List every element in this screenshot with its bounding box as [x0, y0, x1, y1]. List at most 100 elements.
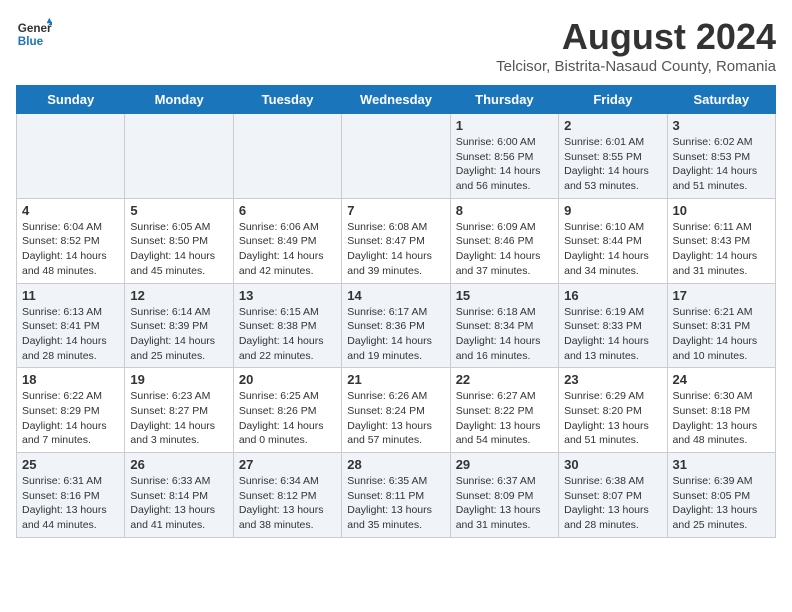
calendar-cell: 1 Sunrise: 6:00 AM Sunset: 8:56 PM Daylig… — [450, 114, 558, 199]
day-header-tuesday: Tuesday — [233, 86, 341, 114]
cell-info: Sunrise: 6:38 AM Sunset: 8:07 PM Dayligh… — [564, 474, 661, 533]
day-header-monday: Monday — [125, 86, 233, 114]
day-header-thursday: Thursday — [450, 86, 558, 114]
date-number: 28 — [347, 457, 444, 472]
cell-info: Sunrise: 6:29 AM Sunset: 8:20 PM Dayligh… — [564, 389, 661, 448]
date-number: 5 — [130, 203, 227, 218]
calendar-cell: 5 Sunrise: 6:05 AM Sunset: 8:50 PM Daylig… — [125, 198, 233, 283]
cell-info: Sunrise: 6:18 AM Sunset: 8:34 PM Dayligh… — [456, 305, 553, 364]
calendar-cell: 14 Sunrise: 6:17 AM Sunset: 8:36 PM Dayli… — [342, 283, 450, 368]
calendar-cell — [342, 114, 450, 199]
calendar-cell: 16 Sunrise: 6:19 AM Sunset: 8:33 PM Dayli… — [559, 283, 667, 368]
day-header-wednesday: Wednesday — [342, 86, 450, 114]
calendar-cell: 31Sunrise: 6:39 AM Sunset: 8:05 PM Dayli… — [667, 453, 775, 538]
date-number: 10 — [673, 203, 770, 218]
cell-info: Sunrise: 6:25 AM Sunset: 8:26 PM Dayligh… — [239, 389, 336, 448]
calendar-cell — [17, 114, 125, 199]
cell-info: Sunrise: 6:22 AM Sunset: 8:29 PM Dayligh… — [22, 389, 119, 448]
date-number: 13 — [239, 288, 336, 303]
title-area: August 2024 Telcisor, Bistrita-Nasaud Co… — [496, 16, 776, 75]
calendar-cell: 24 Sunrise: 6:30 AM Sunset: 8:18 PM Dayli… — [667, 368, 775, 453]
date-number: 23 — [564, 372, 661, 387]
calendar-cell: 29Sunrise: 6:37 AM Sunset: 8:09 PM Dayli… — [450, 453, 558, 538]
date-number: 29 — [456, 457, 553, 472]
cell-info: Sunrise: 6:34 AM Sunset: 8:12 PM Dayligh… — [239, 474, 336, 533]
day-header-sunday: Sunday — [17, 86, 125, 114]
cell-info: Sunrise: 6:00 AM Sunset: 8:56 PM Dayligh… — [456, 135, 553, 194]
calendar-cell: 7 Sunrise: 6:08 AM Sunset: 8:47 PM Daylig… — [342, 198, 450, 283]
week-row-1: 1 Sunrise: 6:00 AM Sunset: 8:56 PM Daylig… — [17, 114, 776, 199]
calendar-title: August 2024 — [496, 16, 776, 58]
cell-info: Sunrise: 6:08 AM Sunset: 8:47 PM Dayligh… — [347, 220, 444, 279]
logo-icon: General Blue — [16, 16, 52, 52]
date-number: 4 — [22, 203, 119, 218]
cell-info: Sunrise: 6:01 AM Sunset: 8:55 PM Dayligh… — [564, 135, 661, 194]
cell-info: Sunrise: 6:15 AM Sunset: 8:38 PM Dayligh… — [239, 305, 336, 364]
calendar-cell: 25 Sunrise: 6:31 AM Sunset: 8:16 PM Dayli… — [17, 453, 125, 538]
date-number: 1 — [456, 118, 553, 133]
date-number: 7 — [347, 203, 444, 218]
day-header-friday: Friday — [559, 86, 667, 114]
date-number: 27 — [239, 457, 336, 472]
week-row-4: 18 Sunrise: 6:22 AM Sunset: 8:29 PM Dayli… — [17, 368, 776, 453]
cell-info: Sunrise: 6:05 AM Sunset: 8:50 PM Dayligh… — [130, 220, 227, 279]
date-number: 8 — [456, 203, 553, 218]
calendar-cell: 10Sunrise: 6:11 AM Sunset: 8:43 PM Dayli… — [667, 198, 775, 283]
date-number: 30 — [564, 457, 661, 472]
calendar-cell: 6 Sunrise: 6:06 AM Sunset: 8:49 PM Daylig… — [233, 198, 341, 283]
calendar-cell: 12Sunrise: 6:14 AM Sunset: 8:39 PM Dayli… — [125, 283, 233, 368]
calendar-cell: 23 Sunrise: 6:29 AM Sunset: 8:20 PM Dayli… — [559, 368, 667, 453]
date-number: 15 — [456, 288, 553, 303]
week-row-2: 4 Sunrise: 6:04 AM Sunset: 8:52 PM Daylig… — [17, 198, 776, 283]
cell-info: Sunrise: 6:19 AM Sunset: 8:33 PM Dayligh… — [564, 305, 661, 364]
date-number: 18 — [22, 372, 119, 387]
date-number: 9 — [564, 203, 661, 218]
date-number: 24 — [673, 372, 770, 387]
cell-info: Sunrise: 6:14 AM Sunset: 8:39 PM Dayligh… — [130, 305, 227, 364]
date-number: 22 — [456, 372, 553, 387]
calendar-cell: 13 Sunrise: 6:15 AM Sunset: 8:38 PM Dayli… — [233, 283, 341, 368]
day-header-row: SundayMondayTuesdayWednesdayThursdayFrid… — [17, 86, 776, 114]
calendar-cell: 11Sunrise: 6:13 AM Sunset: 8:41 PM Dayli… — [17, 283, 125, 368]
calendar-cell: 26Sunrise: 6:33 AM Sunset: 8:14 PM Dayli… — [125, 453, 233, 538]
cell-info: Sunrise: 6:06 AM Sunset: 8:49 PM Dayligh… — [239, 220, 336, 279]
calendar-cell: 17Sunrise: 6:21 AM Sunset: 8:31 PM Dayli… — [667, 283, 775, 368]
header: General Blue August 2024 Telcisor, Bistr… — [16, 16, 776, 75]
week-row-3: 11Sunrise: 6:13 AM Sunset: 8:41 PM Dayli… — [17, 283, 776, 368]
cell-info: Sunrise: 6:04 AM Sunset: 8:52 PM Dayligh… — [22, 220, 119, 279]
cell-info: Sunrise: 6:27 AM Sunset: 8:22 PM Dayligh… — [456, 389, 553, 448]
calendar-cell: 15 Sunrise: 6:18 AM Sunset: 8:34 PM Dayli… — [450, 283, 558, 368]
calendar-cell: 30 Sunrise: 6:38 AM Sunset: 8:07 PM Dayli… — [559, 453, 667, 538]
calendar-cell: 19 Sunrise: 6:23 AM Sunset: 8:27 PM Dayli… — [125, 368, 233, 453]
date-number: 16 — [564, 288, 661, 303]
calendar-cell: 27 Sunrise: 6:34 AM Sunset: 8:12 PM Dayli… — [233, 453, 341, 538]
cell-info: Sunrise: 6:02 AM Sunset: 8:53 PM Dayligh… — [673, 135, 770, 194]
date-number: 6 — [239, 203, 336, 218]
date-number: 25 — [22, 457, 119, 472]
calendar-table: SundayMondayTuesdayWednesdayThursdayFrid… — [16, 85, 776, 538]
calendar-cell — [125, 114, 233, 199]
date-number: 19 — [130, 372, 227, 387]
cell-info: Sunrise: 6:30 AM Sunset: 8:18 PM Dayligh… — [673, 389, 770, 448]
calendar-subtitle: Telcisor, Bistrita-Nasaud County, Romani… — [496, 58, 776, 75]
date-number: 17 — [673, 288, 770, 303]
calendar-cell: 18 Sunrise: 6:22 AM Sunset: 8:29 PM Dayli… — [17, 368, 125, 453]
cell-info: Sunrise: 6:17 AM Sunset: 8:36 PM Dayligh… — [347, 305, 444, 364]
week-row-5: 25 Sunrise: 6:31 AM Sunset: 8:16 PM Dayli… — [17, 453, 776, 538]
calendar-cell: 22 Sunrise: 6:27 AM Sunset: 8:22 PM Dayli… — [450, 368, 558, 453]
cell-info: Sunrise: 6:09 AM Sunset: 8:46 PM Dayligh… — [456, 220, 553, 279]
date-number: 14 — [347, 288, 444, 303]
calendar-cell: 4 Sunrise: 6:04 AM Sunset: 8:52 PM Daylig… — [17, 198, 125, 283]
calendar-cell: 28Sunrise: 6:35 AM Sunset: 8:11 PM Dayli… — [342, 453, 450, 538]
date-number: 21 — [347, 372, 444, 387]
calendar-cell: 3Sunrise: 6:02 AM Sunset: 8:53 PM Daylig… — [667, 114, 775, 199]
cell-info: Sunrise: 6:31 AM Sunset: 8:16 PM Dayligh… — [22, 474, 119, 533]
day-header-saturday: Saturday — [667, 86, 775, 114]
calendar-cell: 21Sunrise: 6:26 AM Sunset: 8:24 PM Dayli… — [342, 368, 450, 453]
calendar-cell — [233, 114, 341, 199]
cell-info: Sunrise: 6:23 AM Sunset: 8:27 PM Dayligh… — [130, 389, 227, 448]
cell-info: Sunrise: 6:10 AM Sunset: 8:44 PM Dayligh… — [564, 220, 661, 279]
cell-info: Sunrise: 6:13 AM Sunset: 8:41 PM Dayligh… — [22, 305, 119, 364]
date-number: 31 — [673, 457, 770, 472]
calendar-cell: 20Sunrise: 6:25 AM Sunset: 8:26 PM Dayli… — [233, 368, 341, 453]
